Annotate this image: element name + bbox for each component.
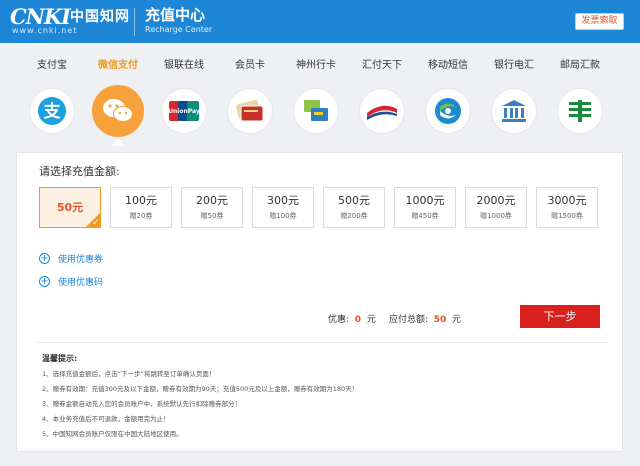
- tab-post-office[interactable]: 邮局汇款: [545, 54, 615, 146]
- tab-label: 银联在线: [164, 60, 204, 71]
- tab-wechat-pay[interactable]: 微信支付: [83, 54, 153, 146]
- logo-cn-text: 中国知网: [70, 9, 130, 25]
- tab-member-card[interactable]: 会员卡: [215, 54, 285, 146]
- tip-item: 5、中国知网会员账户仅限在中国大陆地区使用。: [42, 430, 183, 438]
- svg-text:支: 支: [44, 101, 62, 122]
- amount-value: 3000元: [547, 194, 587, 207]
- total-value: 50: [433, 315, 447, 325]
- use-promo-code-toggle[interactable]: + 使用优惠码: [39, 275, 103, 288]
- tab-label: 微信支付: [98, 60, 138, 71]
- tab-unionpay[interactable]: 银联在线 UnionPay: [149, 54, 219, 146]
- tab-china-mobile[interactable]: 移动短信: [413, 54, 483, 146]
- plus-circle-icon: +: [39, 253, 50, 264]
- amount-option-1000[interactable]: 1000元 赠450券: [394, 187, 456, 228]
- bank-icon: [491, 88, 537, 134]
- tip-item: 4、本业务充值后不可退款，金额用完为止！: [42, 415, 170, 423]
- amount-value: 1000元: [405, 194, 445, 207]
- discount-summary: 优惠: 0 元: [328, 312, 376, 325]
- section-divider: [35, 342, 606, 343]
- tip-item: 3、赠券金额自动充入您的会员账户中，系统默认先行扣除赠券部分！: [42, 400, 242, 408]
- header-bar: CNKI 中国知网 www.cnki.net 充值中心 Recharge Cen…: [0, 0, 640, 43]
- amount-option-500[interactable]: 500元 赠200券: [323, 187, 385, 228]
- tab-label: 邮局汇款: [560, 60, 600, 71]
- cnki-logo[interactable]: CNKI 中国知网 www.cnki.net: [10, 5, 132, 37]
- next-step-button[interactable]: 下一步: [520, 305, 600, 328]
- tips-title: 温馨提示:: [42, 354, 78, 363]
- amount-option-3000[interactable]: 3000元 赠1500券: [536, 187, 598, 228]
- tab-label: 银行电汇: [494, 60, 534, 71]
- page-title: 充值中心: [145, 6, 206, 24]
- amount-bonus: 赠50券: [200, 212, 224, 220]
- amount-value: 100元: [125, 194, 157, 207]
- amount-bonus: 赠20券: [129, 212, 153, 220]
- shenzhouxing-card-icon: [293, 88, 339, 134]
- amount-bonus: 赠100券: [269, 212, 297, 220]
- discount-unit: 元: [366, 315, 376, 325]
- use-code-label: 使用优惠码: [58, 278, 104, 288]
- amount-value: 200元: [196, 194, 228, 207]
- tab-label: 汇付天下: [362, 60, 402, 71]
- header-divider: [134, 8, 135, 36]
- invoice-button[interactable]: 发票索取: [575, 13, 624, 30]
- logo-url: www.cnki.net: [12, 26, 78, 35]
- tab-label: 支付宝: [37, 60, 67, 71]
- use-coupon-toggle[interactable]: + 使用优惠券: [39, 252, 103, 265]
- plus-circle-icon: +: [39, 276, 50, 287]
- amount-value: 500元: [338, 194, 370, 207]
- svg-text:UnionPay: UnionPay: [168, 108, 200, 115]
- tab-shenzhouxing[interactable]: 神州行卡: [281, 54, 351, 146]
- page-subtitle: Recharge Center: [145, 25, 213, 34]
- tab-label: 移动短信: [428, 60, 468, 71]
- member-card-icon: [227, 88, 273, 134]
- tab-alipay[interactable]: 支付宝 支: [17, 54, 87, 146]
- amount-option-100[interactable]: 100元 赠20券: [110, 187, 172, 228]
- discount-value: 0: [354, 315, 362, 325]
- amount-option-300[interactable]: 300元 赠100券: [252, 187, 314, 228]
- amount-bonus: 赠450券: [411, 212, 439, 220]
- wechat-icon: [92, 85, 144, 137]
- amount-value: 300元: [267, 194, 299, 207]
- post-office-icon: [557, 88, 603, 134]
- unionpay-icon: UnionPay: [161, 88, 207, 134]
- recharge-panel: 请选择充值金额: 50元 ✓ 100元 赠20券 200元 赠50券 300元 …: [16, 152, 623, 452]
- use-coupon-label: 使用优惠券: [58, 255, 104, 265]
- tab-label: 神州行卡: [296, 60, 336, 71]
- discount-label: 优惠:: [328, 315, 350, 325]
- total-unit: 元: [452, 315, 462, 325]
- tab-bank-transfer[interactable]: 银行电汇: [479, 54, 549, 146]
- china-mobile-icon: [425, 88, 471, 134]
- amount-bonus: 赠200券: [340, 212, 368, 220]
- amount-option-200[interactable]: 200元 赠50券: [181, 187, 243, 228]
- tab-label: 会员卡: [235, 60, 265, 71]
- alipay-icon: 支: [29, 88, 75, 134]
- tip-item: 1、选择充值金额后，点击“下一步”将跳转至订单确认页面！: [42, 370, 216, 378]
- tab-chinapnr[interactable]: 汇付天下: [347, 54, 417, 146]
- amount-bonus: 赠1500券: [551, 212, 583, 220]
- total-label: 应付总额:: [389, 315, 429, 325]
- total-summary: 应付总额: 50 元: [389, 312, 461, 325]
- tip-item: 2、赠券有效期：充值300元及以下金额，赠券有效期为90天；充值500元及以上金…: [42, 385, 359, 393]
- amount-bonus: 赠1000券: [480, 212, 512, 220]
- choose-amount-label: 请选择充值金额:: [39, 165, 120, 178]
- payment-method-tabs: 支付宝 支 微信支付 银联在线 UnionPay 会员卡 神州行卡 汇付天下 移…: [17, 54, 625, 146]
- chinapnr-icon: [359, 88, 405, 134]
- amount-option-50[interactable]: 50元 ✓: [39, 187, 101, 228]
- amount-option-2000[interactable]: 2000元 赠1000券: [465, 187, 527, 228]
- amount-value: 2000元: [476, 194, 516, 207]
- check-icon: ✓: [92, 218, 99, 227]
